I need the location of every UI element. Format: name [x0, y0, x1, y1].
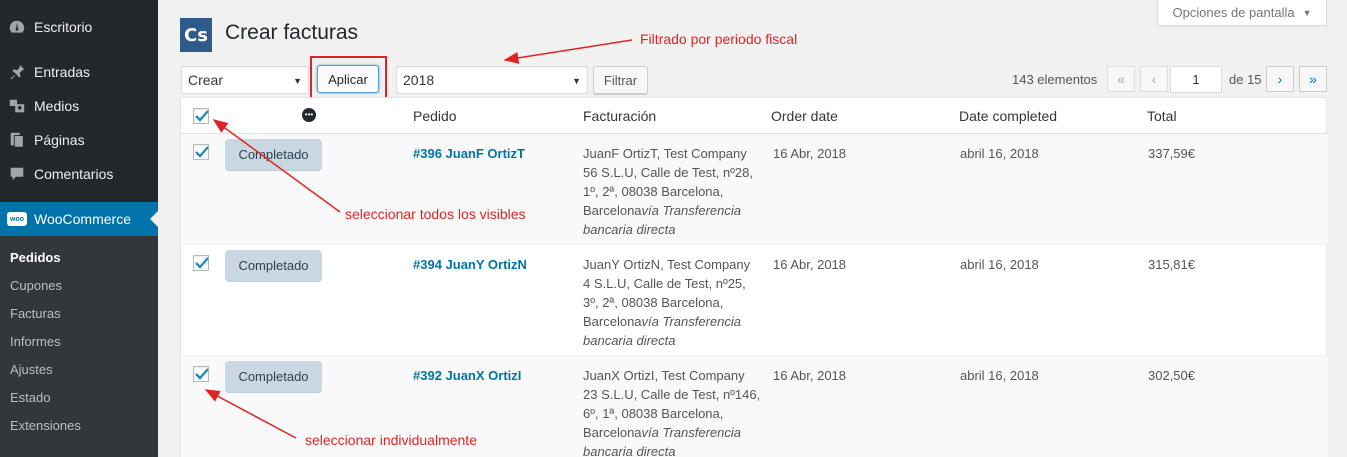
annotation-fiscal-filter: Filtrado por periodo fiscal	[640, 31, 798, 47]
annotation-select-individual: seleccionar individualmente	[305, 432, 477, 448]
annotation-arrows	[204, 39, 633, 439]
arrow-fiscal-filter	[503, 39, 633, 64]
arrow-select-individual	[204, 389, 297, 439]
annotation-select-all: seleccionar todos los visibles	[345, 206, 526, 222]
arrow-select-all	[212, 119, 341, 213]
